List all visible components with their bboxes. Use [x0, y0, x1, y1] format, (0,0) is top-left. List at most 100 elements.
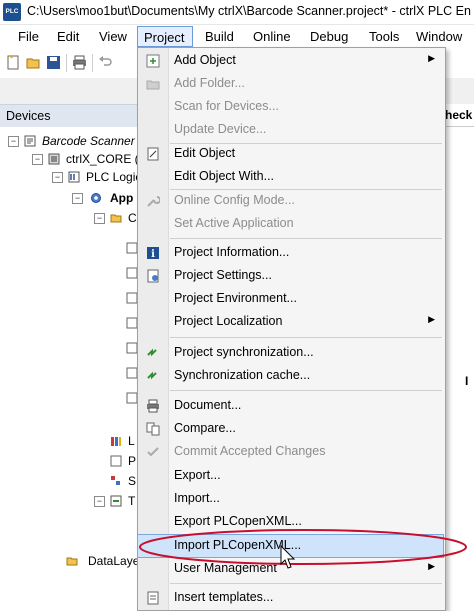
menu-item-label: Project Settings...: [174, 268, 272, 282]
menu-item-label: Online Config Mode...: [174, 193, 295, 207]
menu-edit[interactable]: Edit: [57, 28, 79, 46]
menu-item-label: Update Device...: [174, 122, 267, 136]
tree-node-partial[interactable]: S: [128, 473, 136, 489]
print-icon[interactable]: [72, 55, 87, 70]
right-panel-header: heck: [443, 104, 474, 127]
menu-item-label: Edit Object: [174, 146, 236, 160]
menu-item-edit-object[interactable]: Edit Object: [138, 143, 443, 165]
menu-item-insert-templates[interactable]: Insert templates...: [138, 587, 443, 609]
menu-file[interactable]: File: [18, 28, 39, 46]
menu-item-project-environment[interactable]: Project Environment...: [138, 288, 443, 310]
tree-collapse-toggle[interactable]: −: [94, 213, 105, 224]
device-icon: [48, 153, 60, 165]
menu-item-set-active-application[interactable]: Set Active Application: [138, 213, 443, 235]
tree-collapse-toggle[interactable]: −: [94, 496, 105, 507]
window-title: C:\Users\moo1but\Documents\My ctrlX\Barc…: [27, 4, 471, 18]
menu-item-label: Project Information...: [174, 245, 290, 259]
pou-icon: [110, 455, 122, 467]
open-folder-icon[interactable]: [26, 55, 41, 70]
menu-view[interactable]: View: [99, 28, 127, 46]
menu-online[interactable]: Online: [253, 28, 291, 46]
tree-collapse-toggle[interactable]: −: [32, 154, 43, 165]
menu-item-add-folder[interactable]: Add Folder...: [138, 73, 443, 95]
info-icon: i: [147, 247, 159, 260]
svg-text:i: i: [151, 249, 155, 260]
folder-icon: [146, 80, 160, 90]
menu-item-label: Add Folder...: [174, 76, 245, 90]
mouse-cursor-icon: [280, 545, 296, 569]
menu-separator: [170, 583, 442, 584]
menu-item-label: Project Environment...: [174, 291, 297, 305]
menu-item-commit-accepted-changes[interactable]: Commit Accepted Changes: [138, 441, 443, 463]
menu-item-online-config-mode[interactable]: Online Config Mode...: [138, 190, 443, 212]
menu-item-document[interactable]: Document...: [138, 395, 443, 417]
tree-node-partial[interactable]: L: [128, 433, 135, 449]
menu-item-label: Commit Accepted Changes: [174, 444, 326, 458]
menu-item-label: Compare...: [174, 421, 236, 435]
tree-node-partial[interactable]: P: [128, 453, 136, 469]
submenu-arrow-icon: ▶: [428, 53, 435, 63]
devices-panel-header: Devices: [0, 104, 137, 128]
menu-item-label: Export...: [174, 468, 221, 482]
tree-node-partial[interactable]: C: [128, 210, 137, 226]
menu-item-label: Project Localization: [174, 314, 283, 328]
tree-collapse-toggle[interactable]: −: [72, 193, 83, 204]
tree-node-application[interactable]: App: [110, 190, 133, 206]
menu-debug[interactable]: Debug: [310, 28, 348, 46]
symbol-config-icon: [111, 476, 120, 485]
folder-icon: [110, 214, 122, 223]
menu-item-label: Edit Object With...: [174, 169, 275, 183]
menu-project[interactable]: Project: [137, 26, 193, 47]
tree-node-plc-logic[interactable]: PLC Logic: [86, 169, 141, 185]
tree-node-project[interactable]: Barcode Scanner: [42, 133, 135, 149]
menu-build[interactable]: Build: [205, 28, 234, 46]
menu-tools[interactable]: Tools: [369, 28, 399, 46]
commit-icon: [147, 447, 159, 457]
menu-separator: [170, 238, 442, 239]
datalayer-folder-icon: [66, 557, 78, 566]
menu-bar: File Edit View Project Build Online Debu…: [0, 25, 474, 49]
wrench-icon: [147, 196, 160, 207]
menu-item-compare[interactable]: Compare...: [138, 418, 443, 440]
devices-panel-title: Devices: [6, 109, 51, 123]
menu-item-add-object[interactable]: Add Object ▶: [138, 50, 443, 72]
settings-icon: [147, 269, 159, 283]
tree-collapse-toggle[interactable]: −: [52, 172, 63, 183]
tree-node-device[interactable]: ctrlX_CORE (C: [66, 151, 147, 167]
save-icon[interactable]: [46, 55, 61, 70]
new-file-icon[interactable]: [6, 55, 21, 70]
menu-item-edit-object-with[interactable]: Edit Object With...: [138, 166, 443, 188]
menu-separator: [170, 337, 442, 338]
right-panel-marker: I: [465, 374, 469, 388]
compare-icon: [146, 422, 160, 436]
menu-item-label: Insert templates...: [174, 590, 274, 604]
annotation-ellipse: [139, 529, 467, 565]
app-logo-icon: PLC: [3, 3, 21, 21]
menu-item-project-settings[interactable]: Project Settings...: [138, 265, 443, 287]
menu-item-import[interactable]: Import...: [138, 488, 443, 510]
tree-collapse-toggle[interactable]: −: [8, 136, 19, 147]
menu-item-scan-devices[interactable]: Scan for Devices...: [138, 96, 443, 118]
template-icon: [147, 591, 159, 605]
menu-item-label: Project synchronization...: [174, 345, 314, 359]
project-icon: [24, 135, 36, 147]
tree-node-datalayer[interactable]: DataLaye: [88, 553, 139, 569]
menu-window[interactable]: Window: [416, 28, 462, 46]
tree-node-partial[interactable]: T: [128, 493, 135, 509]
menu-item-synchronization-cache[interactable]: Synchronization cache...: [138, 365, 443, 387]
task-config-icon: [110, 495, 122, 507]
submenu-arrow-icon: ▶: [428, 314, 435, 324]
menu-item-label: Scan for Devices...: [174, 99, 279, 113]
menu-item-project-information[interactable]: i Project Information...: [138, 242, 443, 264]
menu-separator: [170, 390, 442, 391]
undo-icon[interactable]: [98, 55, 113, 70]
menu-item-update-device[interactable]: Update Device...: [138, 119, 443, 141]
menu-item-project-synchronization[interactable]: Project synchronization...: [138, 342, 443, 364]
menu-item-label: Add Object: [174, 53, 236, 67]
title-bar: PLC C:\Users\moo1but\Documents\My ctrlX\…: [0, 0, 474, 25]
sync-icon: [147, 348, 157, 357]
menu-item-label: Synchronization cache...: [174, 368, 311, 382]
devices-tree: − Barcode Scanner − ctrlX_CORE (C − PLC …: [0, 127, 147, 609]
menu-item-project-localization[interactable]: Project Localization ▶: [138, 311, 443, 333]
menu-item-export[interactable]: Export...: [138, 465, 443, 487]
